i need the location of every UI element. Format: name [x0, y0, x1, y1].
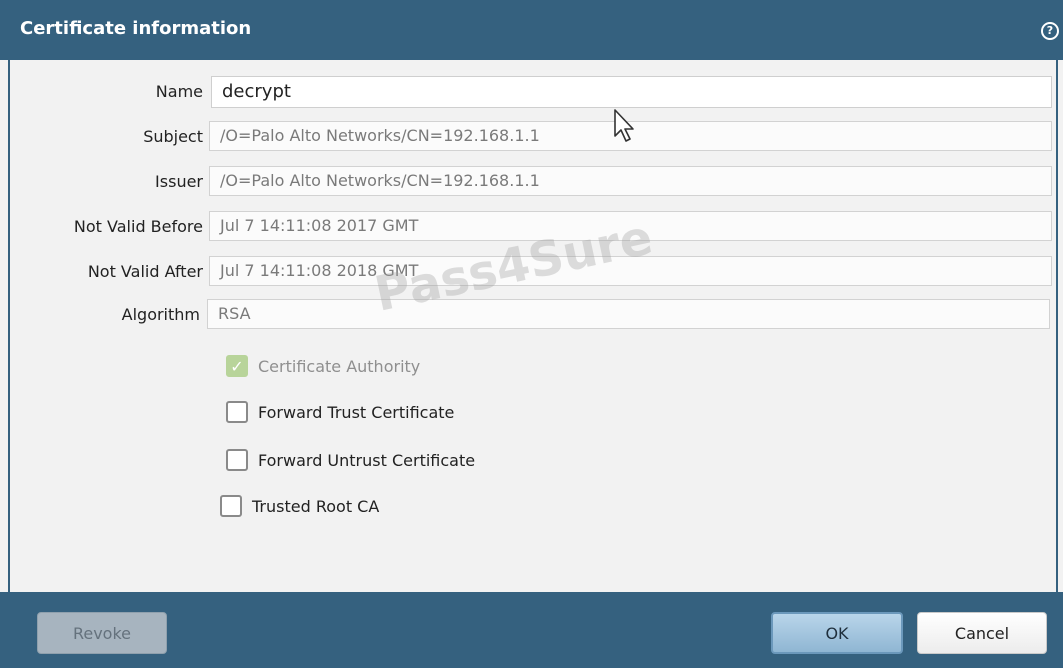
forward-trust-label[interactable]: Forward Trust Certificate: [258, 403, 454, 422]
name-label: Name: [155, 82, 203, 101]
forward-untrust-row: Forward Untrust Certificate: [226, 446, 475, 474]
forward-untrust-checkbox[interactable]: [226, 449, 248, 471]
issuer-label: Issuer: [155, 172, 203, 191]
not-valid-after-label: Not Valid After: [87, 262, 203, 281]
ok-button[interactable]: OK: [771, 612, 903, 654]
algorithm-label: Algorithm: [121, 305, 200, 324]
cancel-button[interactable]: Cancel: [917, 612, 1047, 654]
certificate-authority-row: ✓ Certificate Authority: [226, 352, 420, 380]
subject-label: Subject: [143, 127, 203, 146]
certificate-information-dialog: Certificate information ? Name Subject I…: [0, 0, 1063, 668]
algorithm-field: RSA: [207, 299, 1050, 329]
trusted-root-ca-checkbox[interactable]: [220, 495, 242, 517]
not-valid-before-label: Not Valid Before: [73, 217, 203, 236]
dialog-title: Certificate information: [20, 18, 252, 39]
forward-trust-checkbox[interactable]: [226, 401, 248, 423]
dialog-footer: Revoke OK Cancel: [0, 592, 1063, 668]
revoke-button[interactable]: Revoke: [37, 612, 167, 654]
forward-untrust-label[interactable]: Forward Untrust Certificate: [258, 451, 475, 470]
certificate-authority-checkbox: ✓: [226, 355, 248, 377]
issuer-field: /O=Palo Alto Networks/CN=192.168.1.1: [209, 166, 1052, 196]
forward-trust-row: Forward Trust Certificate: [226, 398, 454, 426]
trusted-root-ca-label[interactable]: Trusted Root CA: [252, 497, 379, 516]
dialog-title-bar: Certificate information ?: [0, 0, 1063, 60]
not-valid-after-field: Jul 7 14:11:08 2018 GMT: [209, 256, 1052, 286]
name-input[interactable]: decrypt: [211, 76, 1052, 108]
help-icon[interactable]: ?: [1041, 22, 1059, 40]
trusted-root-ca-row: Trusted Root CA: [220, 492, 379, 520]
certificate-authority-label: Certificate Authority: [258, 356, 421, 376]
not-valid-before-field: Jul 7 14:11:08 2017 GMT: [209, 211, 1052, 241]
mouse-pointer-icon: [614, 109, 634, 142]
